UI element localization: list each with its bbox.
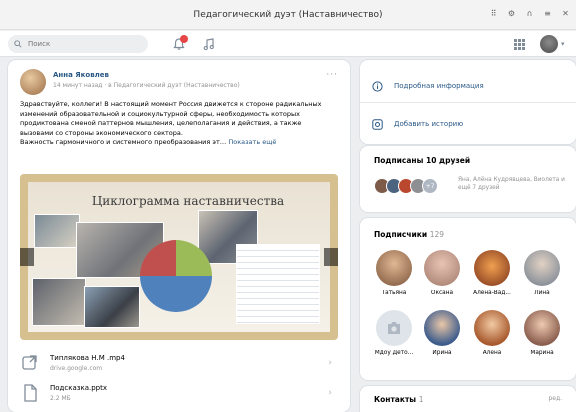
attachment-name: Типлякова Н.М .mp4 [50, 354, 125, 362]
search-input[interactable] [8, 35, 148, 53]
slide-next-button[interactable] [324, 248, 338, 266]
slide-title: Циклограмма наставничества [91, 194, 285, 208]
chevron-right-icon: › [328, 358, 332, 368]
notifications-badge [180, 35, 188, 43]
subscriber-avatar [474, 250, 510, 286]
window-titlebar: Педагогический дуэт (Наставничество) ⠿ ⚙… [0, 0, 576, 30]
contacts-count: 1 [418, 395, 424, 404]
slide-document [236, 244, 320, 324]
friends-names[interactable]: Яна, Алёна Кудрявцева, Виолета и ещё 7 д… [458, 176, 568, 192]
post-author-name[interactable]: Анна Яковлев [53, 71, 109, 79]
subscriber-name: Татьяна [381, 290, 407, 296]
apps-grid-icon[interactable] [514, 39, 525, 50]
subscriber-item[interactable]: Марина [520, 310, 564, 356]
add-story-label: Добавить историю [394, 120, 464, 128]
subscriber-item[interactable]: Татьяна [372, 250, 416, 296]
slide-pie-chart [140, 240, 212, 312]
slide-photo-bottom-middle [84, 286, 140, 328]
slide-photo-top-left [34, 214, 80, 248]
add-story-icon [372, 119, 383, 130]
subscriber-name: Оксана [430, 290, 454, 296]
contacts-edit-link[interactable]: ред. [548, 395, 562, 402]
slide-prev-button[interactable] [20, 248, 34, 266]
music-icon[interactable] [202, 37, 216, 51]
camera-placeholder-avatar [376, 310, 412, 346]
subscriber-avatar [424, 310, 460, 346]
subscriber-name: Лина [534, 290, 550, 296]
post-author-avatar[interactable] [20, 69, 46, 95]
camera-icon [388, 322, 400, 334]
contacts-card[interactable]: Контакты 1 [360, 386, 576, 412]
top-navigation: ▾ [0, 31, 576, 57]
document-icon [24, 384, 37, 402]
subscriber-avatar [524, 250, 560, 286]
subscriber-avatar [474, 310, 510, 346]
subscriber-avatar [376, 250, 412, 286]
info-icon [372, 81, 383, 92]
post-image[interactable]: Циклограмма наставничества [20, 174, 338, 340]
attachment-name: Подсказка.pptx [50, 384, 107, 392]
window-controls: ⠿ ⚙ ∩ ≡ ✕ [489, 9, 570, 18]
subscriber-avatar [424, 250, 460, 286]
chevron-down-icon[interactable]: ▾ [561, 40, 565, 48]
contacts-title: Контакты 1 [374, 395, 424, 404]
attachment-document[interactable]: Подсказка.pptx 2.2 МБ › [20, 380, 338, 408]
more-options-icon[interactable]: ··· [326, 70, 338, 80]
external-link-icon [22, 355, 37, 370]
slide-photo-bottom-left [32, 278, 86, 326]
post-text: Здравствуйте, коллеги! В настоящий момен… [20, 100, 336, 148]
post-meta[interactable]: 14 минут назад · в Педагогический дуэт (… [53, 82, 240, 89]
show-more-link[interactable]: Показать ещё [228, 138, 276, 146]
subscriber-item[interactable]: Оксана [420, 250, 464, 296]
subscriber-item[interactable]: Лина [520, 250, 564, 296]
subscribers-title-text: Подписчики [374, 230, 428, 239]
post-card: Анна Яковлев 14 минут назад · в Педагоги… [8, 60, 350, 412]
post-text-last: Важность гармоничного и системного преоб… [20, 138, 227, 147]
attachment-source: drive.google.com [50, 365, 103, 372]
subscriber-item[interactable]: Алена [470, 310, 514, 356]
info-card: Подробная информация Добавить историю [360, 60, 576, 144]
chevron-right-icon: › [328, 388, 332, 398]
subscriber-name: Алёна-Вад... [473, 290, 511, 296]
friends-more-badge[interactable]: +7 [422, 178, 438, 194]
attachment-video[interactable]: Типлякова Н.М .mp4 drive.google.com › [20, 350, 338, 378]
subscriber-name: Марина [530, 350, 554, 356]
contacts-title-text: Контакты [374, 395, 417, 404]
slide-background: Циклограмма наставничества [28, 182, 330, 332]
detailed-info-label: Подробная информация [394, 82, 484, 90]
subscriber-name: Алена [482, 350, 502, 356]
divider [360, 102, 576, 103]
settings-icon[interactable]: ⚙ [507, 9, 516, 18]
subscriber-item[interactable]: Алёна-Вад... [470, 250, 514, 296]
subscriber-name: Мдоу Дето... [374, 350, 414, 356]
subscriber-name: Ирина [432, 350, 452, 356]
subscriber-item[interactable]: Ирина [420, 310, 464, 356]
search-icon [14, 40, 22, 48]
menu-icon[interactable]: ≡ [543, 9, 552, 18]
grid-view-icon[interactable]: ⠿ [489, 9, 498, 18]
subscriber-avatar [524, 310, 560, 346]
attachment-size: 2.2 МБ [50, 395, 71, 402]
close-icon[interactable]: ✕ [561, 9, 570, 18]
post-text-body: Здравствуйте, коллеги! В настоящий момен… [20, 100, 322, 137]
headphones-icon[interactable]: ∩ [525, 9, 534, 18]
subscriber-item[interactable]: Мдоу Дето... [372, 310, 416, 356]
profile-avatar[interactable] [540, 35, 558, 53]
friends-title: Подписаны 10 друзей [374, 156, 471, 165]
subscribers-count: 129 [429, 230, 445, 239]
subscribers-title[interactable]: Подписчики 129 [374, 230, 444, 239]
